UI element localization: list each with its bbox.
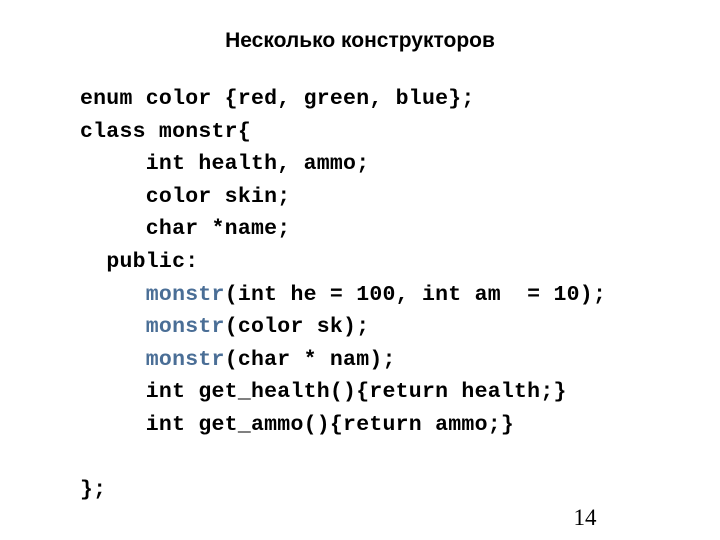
code-line: monstr(int he = 100, int am = 10);: [80, 279, 680, 312]
code-token-text: enum color {red, green, blue};: [80, 87, 475, 111]
page-number: 14: [573, 505, 597, 530]
code-token-text: public:: [106, 249, 199, 274]
code-token-constructor: monstr: [145, 347, 225, 372]
code-token-text: color skin;: [145, 184, 291, 209]
code-token-text: int get_health(){return health;}: [145, 380, 567, 405]
code-line: };: [80, 474, 680, 507]
code-token-text: };: [80, 478, 107, 503]
code-line: char *name;: [80, 213, 680, 246]
code-token-constructor: monstr: [145, 282, 225, 307]
code-token-text: (color sk);: [224, 315, 370, 340]
code-line: [80, 442, 680, 475]
code-token-text: char *name;: [145, 217, 291, 242]
code-token-text: (int he = 100, int am = 10);: [224, 282, 607, 307]
code-line: int health, ammo;: [80, 148, 680, 181]
code-line: enum color {red, green, blue};: [80, 83, 680, 116]
code-token-text: int get_ammo(){return ammo;}: [145, 412, 515, 437]
code-token-constructor: monstr: [145, 315, 225, 340]
slide-canvas: Несколько конструкторов enum color {red,…: [0, 0, 720, 540]
code-line: monstr(char * nam);: [80, 344, 680, 377]
page-title: Несколько конструкторов: [225, 29, 495, 52]
code-line: class monstr{: [80, 116, 680, 149]
code-line: color skin;: [80, 181, 680, 214]
code-line: public:: [80, 246, 680, 279]
code-line: int get_ammo(){return ammo;}: [80, 409, 680, 442]
code-line: monstr(color sk);: [80, 311, 680, 344]
code-token-text: class monstr{: [80, 119, 251, 144]
code-token-text: int health, ammo;: [145, 152, 370, 177]
code-token-text: (char * nam);: [224, 347, 396, 372]
code-block: enum color {red, green, blue}; class mons…: [80, 83, 680, 507]
code-line: int get_health(){return health;}: [80, 376, 680, 409]
